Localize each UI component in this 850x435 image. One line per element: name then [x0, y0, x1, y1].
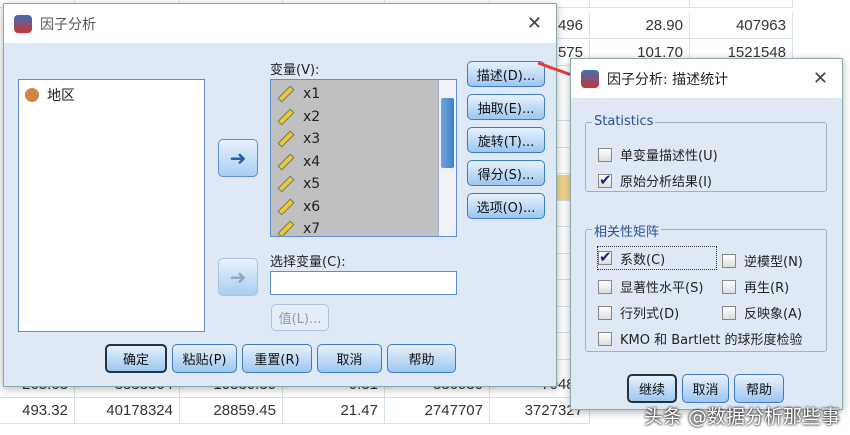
cell: 343212 — [690, 0, 793, 8]
cell: 21.47 — [283, 398, 385, 424]
close-icon[interactable]: ✕ — [813, 68, 828, 89]
factor-analysis-dialog: 因子分析 ✕ 地区 ➜ ➜ 变量(V): x1 x2 x3 x4 x5 x6 x7 选择变量… — [3, 3, 557, 387]
dialog-title: 因子分析: 描述统计 — [607, 71, 729, 88]
variables-label: 变量(V): — [270, 63, 320, 78]
initial-solution-checkbox[interactable]: 原始分析结果(I) — [598, 171, 712, 190]
statistics-group: Statistics 单变量描述性(U) 原始分析结果(I) — [585, 114, 827, 192]
checkbox-box — [598, 147, 612, 162]
checkbox-box — [722, 305, 736, 320]
descriptives-dialog: 因子分析: 描述统计 ✕ Statistics 单变量描述性(U) 原始分析结果… — [570, 58, 843, 410]
correlation-matrix-group: 相关性矩阵 系数(C) 逆模型(N) 显著性水平(S) 再生(R) 行列式(D)… — [585, 221, 827, 352]
checkbox-label: 逆模型(N) — [744, 255, 803, 270]
variable-name: x4 — [303, 153, 321, 170]
watermark: 头条 @数据分析那些事 — [643, 406, 840, 428]
checkbox-label: 单变量描述性(U) — [620, 149, 718, 164]
reproduced-checkbox[interactable]: 再生(R) — [722, 277, 789, 296]
variable-name: x1 — [303, 86, 321, 103]
variable-name: x2 — [303, 108, 321, 125]
cell: 407963 — [690, 13, 793, 39]
reset-button[interactable]: 重置(R) — [242, 344, 312, 373]
group-label: Statistics — [592, 114, 656, 129]
group-label: 相关性矩阵 — [592, 221, 662, 240]
list-item[interactable]: x7 — [271, 218, 456, 237]
significance-levels-checkbox[interactable]: 显著性水平(S) — [598, 277, 703, 296]
spss-app-icon — [581, 69, 599, 88]
checkbox-label: 行列式(D) — [620, 307, 680, 322]
spss-app-icon — [14, 14, 32, 33]
scale-variable-icon — [277, 175, 295, 193]
kmo-bartlett-checkbox[interactable]: KMO 和 Bartlett 的球形度检验 — [598, 329, 803, 348]
arrow-left-icon: ➜ — [229, 146, 247, 170]
variable-name: x5 — [303, 176, 321, 193]
cell: 493.32 — [0, 398, 75, 424]
cell: 74.93 — [590, 0, 690, 8]
title-bar: 因子分析 ✕ — [4, 4, 556, 43]
list-item[interactable]: x6 — [271, 196, 456, 219]
scrollbar[interactable] — [438, 80, 456, 236]
list-item[interactable]: 地区 — [19, 84, 204, 107]
selection-variable-input[interactable] — [270, 271, 457, 295]
scores-button[interactable]: 得分(S)... — [467, 160, 545, 186]
help-button[interactable]: 帮助 — [387, 344, 456, 373]
univariate-descriptives-checkbox[interactable]: 单变量描述性(U) — [598, 145, 718, 164]
close-icon[interactable]: ✕ — [527, 13, 542, 34]
cell: 2747707 — [385, 398, 490, 424]
checkbox-box — [598, 248, 612, 266]
variable-name: x6 — [303, 198, 321, 215]
scale-variable-icon — [277, 220, 295, 236]
list-item[interactable]: x3 — [271, 128, 456, 151]
paste-button[interactable]: 粘贴(P) — [172, 344, 237, 373]
ok-button[interactable]: 确定 — [105, 344, 167, 373]
checkbox-label: 显著性水平(S) — [620, 281, 704, 296]
checkbox-box — [598, 331, 612, 346]
nominal-variable-icon — [25, 88, 39, 103]
scale-variable-icon — [277, 85, 295, 103]
list-item[interactable]: x4 — [271, 151, 456, 174]
help-button[interactable]: 帮助 — [734, 374, 784, 403]
cancel-button[interactable]: 取消 — [317, 344, 382, 373]
move-to-variables-button[interactable]: ➜ — [218, 139, 258, 177]
variables-list[interactable]: x1 x2 x3 x4 x5 x6 x7 — [270, 79, 457, 237]
rotation-button[interactable]: 旋转(T)... — [467, 127, 545, 153]
cancel-button[interactable]: 取消 — [682, 374, 729, 403]
list-item[interactable]: x5 — [271, 173, 456, 196]
determinant-checkbox[interactable]: 行列式(D) — [598, 303, 679, 322]
title-bar: 因子分析: 描述统计 ✕ — [571, 59, 842, 98]
checkbox-box — [722, 253, 736, 268]
list-item[interactable]: x2 — [271, 106, 456, 129]
source-variable-list[interactable]: 地区 — [18, 79, 205, 332]
checkbox-box — [598, 279, 612, 294]
scale-variable-icon — [277, 108, 295, 126]
scale-variable-icon — [277, 130, 295, 148]
move-to-selection-button[interactable]: ➜ — [218, 258, 258, 296]
checkbox-label: 原始分析结果(I) — [620, 175, 712, 190]
arrow-right-icon: ➜ — [229, 265, 247, 289]
list-item[interactable]: x1 — [271, 83, 456, 106]
coefficients-checkbox[interactable]: 系数(C) — [597, 246, 717, 270]
checkbox-label: 反映象(A) — [744, 307, 803, 322]
inverse-checkbox[interactable]: 逆模型(N) — [722, 251, 803, 270]
checkbox-box — [722, 279, 736, 294]
scale-variable-icon — [277, 198, 295, 216]
checkbox-box — [598, 305, 612, 320]
selection-variable-label: 选择变量(C): — [270, 255, 346, 270]
checkbox-label: 系数(C) — [620, 252, 666, 268]
variable-name: x7 — [303, 221, 321, 237]
cell: 28859.45 — [180, 398, 283, 424]
cell: 40178324 — [75, 398, 180, 424]
scrollbar-thumb[interactable] — [441, 98, 454, 168]
checkbox-box — [598, 171, 612, 189]
variable-name: 地区 — [47, 88, 75, 105]
anti-image-checkbox[interactable]: 反映象(A) — [722, 303, 802, 322]
checkbox-label: KMO 和 Bartlett 的球形度检验 — [620, 333, 803, 348]
continue-button[interactable]: 继续 — [627, 374, 677, 403]
dialog-title: 因子分析 — [40, 16, 96, 33]
variable-name: x3 — [303, 131, 321, 148]
value-button[interactable]: 值(L)... — [271, 304, 329, 331]
checkbox-label: 再生(R) — [744, 281, 790, 296]
scale-variable-icon — [277, 153, 295, 171]
cell: 28.90 — [590, 13, 690, 39]
options-button[interactable]: 选项(O)... — [467, 193, 545, 219]
